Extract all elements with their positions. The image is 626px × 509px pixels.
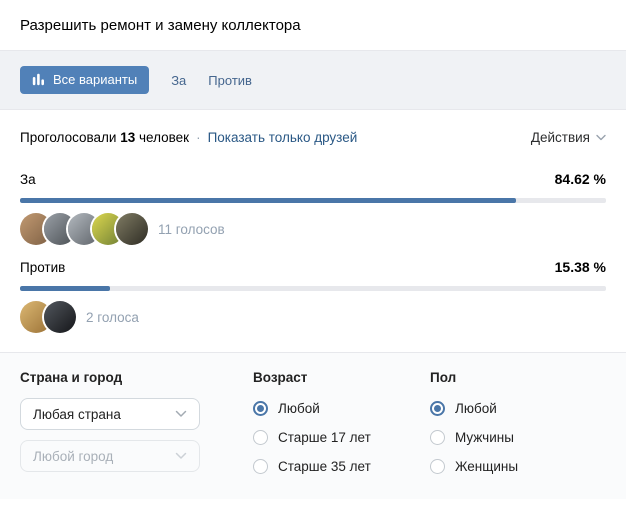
city-select-value: Любой город	[33, 448, 114, 464]
radio-icon	[253, 429, 268, 445]
vote-bar-track	[20, 286, 606, 291]
voters-row: 11 голосов	[20, 213, 606, 245]
age-radio-any[interactable]: Любой	[253, 398, 430, 418]
voters-row: 2 голоса	[20, 301, 606, 333]
filter-gender: Пол Любой Мужчины Женщины	[430, 370, 606, 485]
option-label-row: Против 15.38 %	[20, 259, 606, 275]
chevron-down-icon	[175, 452, 187, 459]
voted-text: Проголосовали 13 человек	[20, 130, 189, 145]
gender-radio-women[interactable]: Женщины	[430, 456, 606, 476]
filter-age: Возраст Любой Старше 17 лет Старше 35 ле…	[253, 370, 430, 485]
vote-bar-fill	[20, 198, 516, 203]
option-percent: 15.38 %	[554, 259, 606, 275]
filters-panel: Страна и город Любая страна Любой город …	[0, 352, 626, 499]
radio-label: Любой	[455, 400, 497, 416]
chevron-down-icon	[175, 410, 187, 417]
bar-chart-icon	[32, 73, 44, 86]
gender-radio-any[interactable]: Любой	[430, 398, 606, 418]
voted-prefix: Проголосовали	[20, 130, 117, 145]
voted-summary: Проголосовали 13 человек · Показать толь…	[20, 130, 357, 145]
poll-header: Разрешить ремонт и замену коллектора	[0, 0, 626, 50]
option-label: Против	[20, 260, 66, 275]
vote-bar-fill	[20, 286, 111, 291]
age-radio-over-35[interactable]: Старше 35 лет	[253, 456, 430, 476]
filter-location: Страна и город Любая страна Любой город	[20, 370, 253, 485]
country-select[interactable]: Любая страна	[20, 398, 200, 430]
tab-for[interactable]: За	[171, 73, 186, 88]
show-friends-link[interactable]: Показать только друзей	[208, 130, 358, 145]
poll-option-against: Против 15.38 % 2 голоса	[20, 259, 606, 333]
votes-count: 11 голосов	[158, 221, 225, 237]
votes-count: 2 голоса	[86, 309, 139, 325]
actions-label: Действия	[530, 130, 590, 145]
gender-radio-men[interactable]: Мужчины	[430, 427, 606, 447]
radio-label: Старше 35 лет	[278, 458, 371, 474]
voter-avatar[interactable]	[44, 301, 76, 333]
dot-separator: ·	[196, 130, 201, 145]
chevron-down-icon	[596, 134, 606, 141]
radio-icon	[430, 429, 445, 445]
voter-avatar[interactable]	[116, 213, 148, 245]
country-select-value: Любая страна	[33, 406, 121, 422]
radio-label: Старше 17 лет	[278, 429, 371, 445]
radio-label: Мужчины	[455, 429, 514, 445]
option-percent: 84.62 %	[554, 171, 606, 187]
filter-age-header: Возраст	[253, 370, 308, 385]
results-tabbar: Все варианты За Против	[0, 50, 626, 110]
voted-count: 13	[120, 130, 136, 145]
poll-results: Проголосовали 13 человек · Показать толь…	[0, 110, 626, 352]
filter-location-header: Страна и город	[20, 370, 123, 385]
radio-label: Женщины	[455, 458, 519, 474]
age-radio-over-17[interactable]: Старше 17 лет	[253, 427, 430, 447]
tab-against[interactable]: Против	[208, 73, 252, 88]
poll-title: Разрешить ремонт и замену коллектора	[20, 16, 301, 34]
radio-icon	[430, 400, 445, 416]
radio-label: Любой	[278, 400, 320, 416]
poll-option-for: За 84.62 % 11 голосов	[20, 171, 606, 245]
radio-icon	[430, 458, 445, 474]
vote-bar-track	[20, 198, 606, 203]
tab-all-variants[interactable]: Все варианты	[20, 66, 150, 94]
city-select: Любой город	[20, 440, 200, 472]
filter-gender-header: Пол	[430, 370, 457, 385]
voted-suffix: человек	[139, 130, 190, 145]
actions-dropdown[interactable]: Действия	[531, 130, 606, 145]
option-label: За	[20, 172, 36, 187]
radio-icon	[253, 400, 268, 416]
radio-icon	[253, 458, 268, 474]
option-label-row: За 84.62 %	[20, 171, 606, 187]
tab-all-variants-label: Все варианты	[53, 72, 138, 87]
summary-row: Проголосовали 13 человек · Показать толь…	[20, 130, 606, 145]
